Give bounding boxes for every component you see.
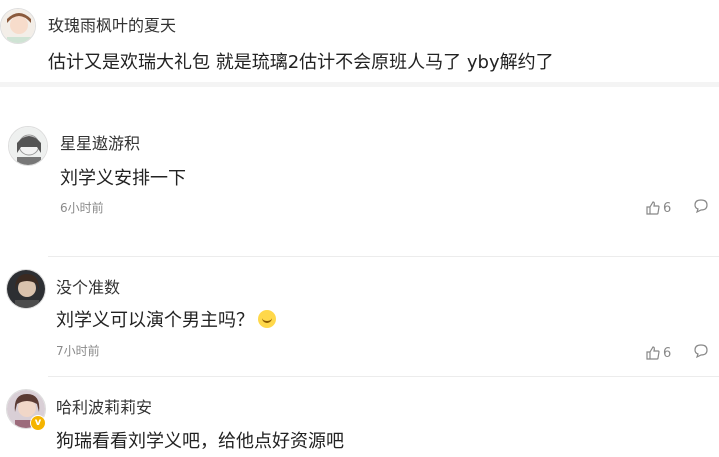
thumbs-up-icon (646, 346, 660, 360)
divider (48, 256, 719, 257)
like-count: 6 (663, 200, 672, 216)
comment-text-body: 刘学义可以演个男主吗？ (56, 310, 254, 331)
comment-username[interactable]: 玫瑰雨枫叶的夏天 (48, 12, 176, 36)
comment-actions: 6 (646, 343, 709, 363)
thumbs-up-icon (646, 201, 660, 215)
comment-username[interactable]: 没个准数 (56, 274, 120, 298)
comment-text: 刘学义安排一下 (60, 168, 186, 189)
avatar[interactable] (0, 8, 36, 44)
divider (0, 82, 719, 87)
comment-text: 估计又是欢瑞大礼包 就是琉璃2估计不会原班人马了 yby解约了 (48, 52, 554, 73)
like-count: 6 (663, 345, 672, 361)
like-button[interactable]: 6 (646, 346, 671, 361)
verified-badge-icon: v (30, 415, 46, 431)
laugh-cry-emoji (258, 310, 276, 328)
like-button[interactable]: 6 (646, 201, 671, 216)
comment-item: v 哈利波莉莉安 狗瑞看看刘学义吧，给他点好资源吧 (0, 383, 719, 457)
comment-item: 玫瑰雨枫叶的夏天 估计又是欢瑞大礼包 就是琉璃2估计不会原班人马了 yby解约了 (0, 0, 719, 90)
avatar[interactable] (6, 269, 46, 309)
avatar[interactable] (8, 126, 48, 166)
reply-icon[interactable] (693, 343, 709, 363)
comment-text: 狗瑞看看刘学义吧，给他点好资源吧 (56, 431, 344, 452)
comment-item: 星星遨游积 刘学义安排一下 6小时前 6 (0, 118, 719, 258)
comment-item: 没个准数 刘学义可以演个男主吗？ 7小时前 6 (0, 263, 719, 373)
comment-text: 刘学义可以演个男主吗？ (56, 306, 276, 332)
comment-time: 6小时前 (60, 201, 104, 215)
comment-username[interactable]: 星星遨游积 (60, 130, 140, 154)
comment-username[interactable]: 哈利波莉莉安 (56, 394, 152, 418)
comment-time: 7小时前 (56, 344, 100, 358)
reply-icon[interactable] (693, 198, 709, 218)
comment-actions: 6 (646, 198, 709, 218)
divider (48, 376, 719, 377)
